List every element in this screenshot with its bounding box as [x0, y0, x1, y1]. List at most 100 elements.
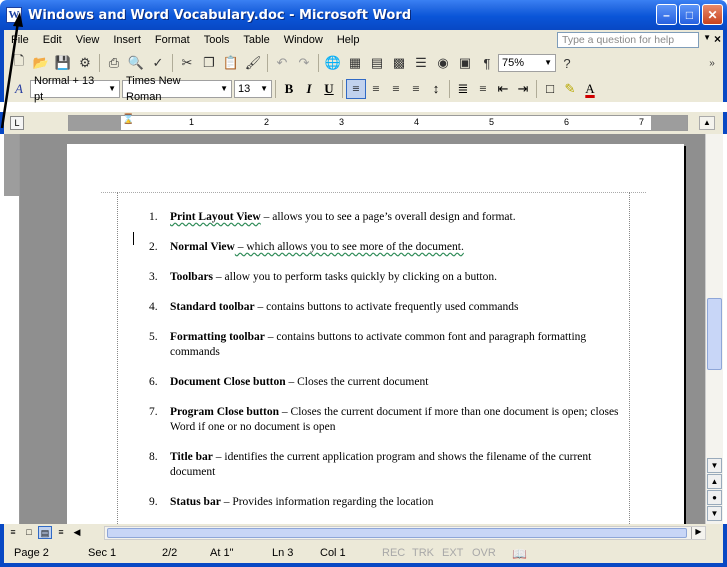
list-term: Formatting toolbar [170, 331, 265, 343]
horizontal-ruler[interactable]: 1 2 3 4 5 6 7 ⌛ [68, 114, 688, 131]
insert-table-icon[interactable]: ▤ [366, 52, 388, 74]
redo-icon[interactable]: ↷ [293, 52, 315, 74]
save-icon[interactable]: 💾 [52, 52, 74, 74]
cut-icon[interactable]: ✂ [176, 52, 198, 74]
decrease-indent-icon[interactable]: ⇤ [493, 79, 513, 99]
horizontal-scrollbar[interactable]: ▶ [104, 526, 706, 540]
vertical-ruler[interactable] [4, 134, 20, 524]
annotation-arrow [0, 12, 23, 129]
borders-icon[interactable]: □ [540, 79, 560, 99]
status-rec[interactable]: REC [382, 547, 405, 559]
toolbar-separator [342, 80, 343, 98]
formatting-toolbar: A Normal + 13 pt ▼ Times New Roman ▼ 13 ▼ B… [0, 75, 727, 103]
menu-edit[interactable]: Edit [36, 34, 69, 46]
show-hide-icon[interactable]: ¶ [476, 52, 498, 74]
vertical-scrollbar[interactable]: ▼ ▲ ● ▼ [705, 134, 723, 524]
line-spacing-icon[interactable]: ↕ [426, 79, 446, 99]
status-trk[interactable]: TRK [412, 547, 434, 559]
scroll-down-button[interactable]: ▼ [707, 458, 722, 473]
align-left-button[interactable]: ≡ [346, 79, 366, 99]
font-select[interactable]: Times New Roman ▼ [122, 75, 232, 103]
list-number: 6. [149, 376, 158, 388]
align-center-button[interactable]: ≡ [366, 79, 386, 99]
scroll-up-button[interactable]: ▲ [699, 116, 715, 130]
drawing-icon[interactable]: ◉ [432, 52, 454, 74]
ruler-number: 7 [639, 117, 645, 127]
help-search-input[interactable]: Type a question for help [557, 32, 699, 48]
menu-tools[interactable]: Tools [197, 34, 237, 46]
indent-marker-icon[interactable]: ⌛ [122, 114, 134, 125]
list-item: 8. Title bar – identifies the current app… [149, 450, 619, 480]
menu-help[interactable]: Help [330, 34, 367, 46]
print-preview-icon[interactable]: 🔍 [125, 52, 147, 74]
align-right-button[interactable]: ≡ [386, 79, 406, 99]
italic-button[interactable]: I [299, 79, 319, 99]
close-button[interactable]: ✕ [702, 4, 723, 25]
print-layout-icon[interactable]: ▤ [38, 526, 52, 539]
menu-format[interactable]: Format [148, 34, 197, 46]
outline-view-icon[interactable]: ≡ [54, 526, 68, 539]
document-page[interactable]: 1. Print Layout View – allows you to see … [67, 144, 684, 524]
vertical-scroll-thumb[interactable] [707, 298, 722, 370]
font-size-select[interactable]: 13 ▼ [234, 80, 272, 98]
toolbar-separator [318, 54, 319, 72]
help-dropdown-icon[interactable]: ▼ [703, 33, 711, 42]
numbering-icon[interactable]: ≣ [453, 79, 473, 99]
web-layout-icon[interactable]: □ [22, 526, 36, 539]
format-painter-icon[interactable]: 🖌 [242, 52, 264, 74]
style-select[interactable]: Normal + 13 pt ▼ [30, 75, 120, 103]
ruler-number: 1 [189, 117, 195, 127]
previous-page-button[interactable]: ▲ [707, 474, 722, 489]
ruler-number: 2 [264, 117, 270, 127]
menu-bar: File Edit View Insert Format Tools Table… [0, 30, 727, 50]
hyperlink-icon[interactable]: 🌐 [322, 52, 344, 74]
columns-icon[interactable]: ☰ [410, 52, 432, 74]
increase-indent-icon[interactable]: ⇥ [513, 79, 533, 99]
maximize-button[interactable]: □ [679, 4, 700, 25]
menu-view[interactable]: View [69, 34, 107, 46]
chevron-down-icon: ▼ [108, 84, 116, 93]
scroll-right-button[interactable]: ▶ [691, 527, 705, 539]
menu-window[interactable]: Window [277, 34, 330, 46]
list-number: 8. [149, 451, 158, 463]
paste-icon[interactable]: 📋 [220, 52, 242, 74]
status-ext[interactable]: EXT [442, 547, 463, 559]
next-page-button[interactable]: ▼ [707, 506, 722, 521]
tables-borders-icon[interactable]: ▦ [344, 52, 366, 74]
menu-insert[interactable]: Insert [106, 34, 148, 46]
print-icon[interactable]: ⎙ [103, 52, 125, 74]
help-icon[interactable]: ? [556, 52, 578, 74]
toolbar-options-icon[interactable]: » [701, 52, 723, 74]
document-close-button[interactable]: × [714, 32, 721, 46]
font-value: Times New Roman [126, 75, 181, 103]
spelling-status-icon[interactable]: 📖 [512, 547, 527, 561]
scroll-left-button[interactable]: ◀ [70, 526, 84, 539]
justify-button[interactable]: ≡ [406, 79, 426, 99]
permission-icon[interactable]: ⚙ [74, 52, 96, 74]
font-color-icon[interactable]: A [580, 79, 600, 99]
horizontal-scroll-thumb[interactable] [107, 528, 687, 538]
bold-button[interactable]: B [279, 79, 299, 99]
document-map-icon[interactable]: ▣ [454, 52, 476, 74]
insert-excel-icon[interactable]: ▩ [388, 52, 410, 74]
zoom-select[interactable]: 75% ▼ [498, 54, 556, 72]
copy-icon[interactable]: ❐ [198, 52, 220, 74]
highlight-icon[interactable]: ✎ [560, 79, 580, 99]
menu-table[interactable]: Table [236, 34, 276, 46]
select-browse-object-button[interactable]: ● [707, 490, 722, 505]
underline-button[interactable]: U [319, 79, 339, 99]
undo-icon[interactable]: ↶ [271, 52, 293, 74]
chevron-down-icon: ▼ [220, 84, 228, 93]
list-item: 4. Standard toolbar – contains buttons to… [149, 300, 619, 315]
bullets-icon[interactable]: ≡ [473, 79, 493, 99]
normal-view-icon[interactable]: ≡ [6, 526, 20, 539]
ruler-number: 6 [564, 117, 570, 127]
list-number: 9. [149, 496, 158, 508]
minimize-button[interactable]: – [656, 4, 677, 25]
list-item: 7. Program Close button – Closes the curr… [149, 405, 619, 435]
status-section: Sec 1 [88, 547, 117, 559]
status-ovr[interactable]: OVR [472, 547, 496, 559]
list-description: – contains buttons to activate frequentl… [254, 301, 519, 313]
toolbar-separator [172, 54, 173, 72]
spelling-icon[interactable]: ✓ [147, 52, 169, 74]
